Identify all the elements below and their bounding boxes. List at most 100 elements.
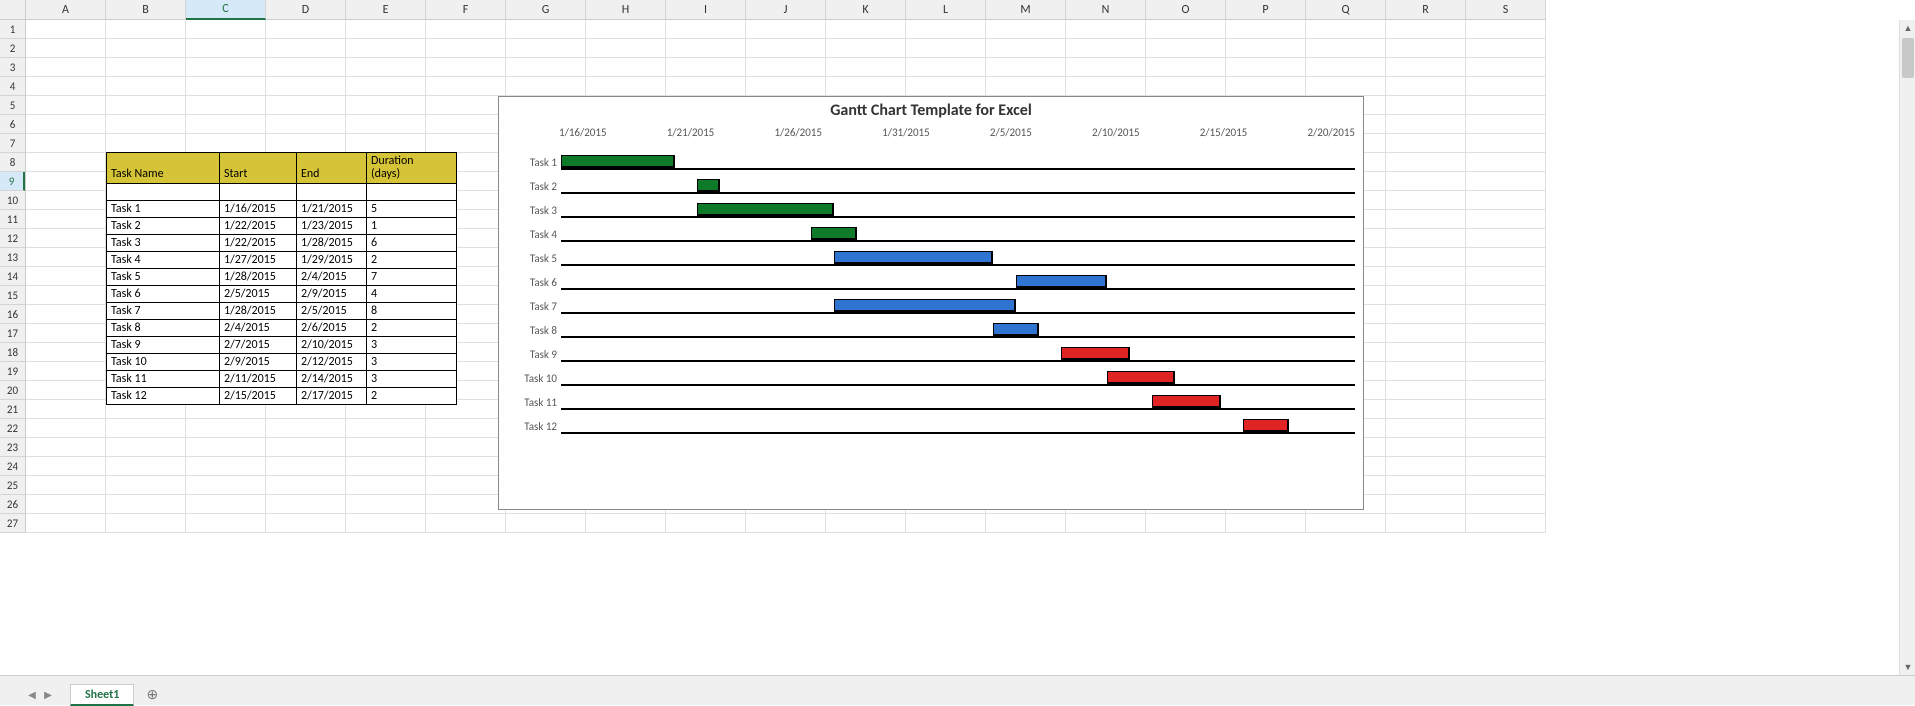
cell-task[interactable]: Task 10: [107, 354, 220, 371]
cell-start[interactable]: 2/4/2015: [220, 320, 297, 337]
cell-dur[interactable]: 5: [367, 201, 457, 218]
row-header-14[interactable]: 14: [0, 267, 25, 286]
row-header-9[interactable]: 9: [0, 172, 25, 191]
cell-task[interactable]: Task 11: [107, 371, 220, 388]
cell-dur[interactable]: 2: [367, 252, 457, 269]
row-header-24[interactable]: 24: [0, 457, 25, 476]
cell-task[interactable]: Task 1: [107, 201, 220, 218]
cell-dur[interactable]: 8: [367, 303, 457, 320]
cell-start[interactable]: 2/15/2015: [220, 388, 297, 405]
cell-task[interactable]: Task 7: [107, 303, 220, 320]
row-header-7[interactable]: 7: [0, 134, 25, 153]
row-header-3[interactable]: 3: [0, 58, 25, 77]
row-header-2[interactable]: 2: [0, 39, 25, 58]
cell-task[interactable]: Task 5: [107, 269, 220, 286]
row-header-25[interactable]: 25: [0, 476, 25, 495]
col-header-D[interactable]: D: [266, 0, 346, 20]
cell-end[interactable]: 1/21/2015: [297, 201, 367, 218]
sheet-tab-active[interactable]: Sheet1: [70, 684, 134, 706]
cell-start[interactable]: 2/9/2015: [220, 354, 297, 371]
row-header-16[interactable]: 16: [0, 305, 25, 324]
cell-start[interactable]: 1/16/2015: [220, 201, 297, 218]
cell-start[interactable]: 1/28/2015: [220, 269, 297, 286]
cell-task[interactable]: Task 2: [107, 218, 220, 235]
cell-task[interactable]: Task 4: [107, 252, 220, 269]
row-header-8[interactable]: 8: [0, 153, 25, 172]
scroll-down-arrow-icon[interactable]: ▼: [1900, 659, 1915, 675]
cell-end[interactable]: 2/5/2015: [297, 303, 367, 320]
row-header-13[interactable]: 13: [0, 248, 25, 267]
cell-end[interactable]: 2/10/2015: [297, 337, 367, 354]
cell-start[interactable]: 1/22/2015: [220, 235, 297, 252]
cell-start[interactable]: 2/5/2015: [220, 286, 297, 303]
cell-end[interactable]: 2/17/2015: [297, 388, 367, 405]
cell-task[interactable]: Task 12: [107, 388, 220, 405]
col-header-K[interactable]: K: [826, 0, 906, 20]
col-header-H[interactable]: H: [586, 0, 666, 20]
col-header-A[interactable]: A: [26, 0, 106, 20]
cell-end[interactable]: 1/28/2015: [297, 235, 367, 252]
row-header-18[interactable]: 18: [0, 343, 25, 362]
cell-end[interactable]: 2/9/2015: [297, 286, 367, 303]
row-header-21[interactable]: 21: [0, 400, 25, 419]
cell-task[interactable]: Task 3: [107, 235, 220, 252]
col-header-M[interactable]: M: [986, 0, 1066, 20]
tab-nav-prev-icon[interactable]: ◀: [24, 686, 40, 702]
row-header-20[interactable]: 20: [0, 381, 25, 400]
cell-end[interactable]: 1/23/2015: [297, 218, 367, 235]
cell-end[interactable]: 1/29/2015: [297, 252, 367, 269]
new-sheet-button[interactable]: ⊕: [140, 683, 164, 705]
col-header-G[interactable]: G: [506, 0, 586, 20]
row-header-5[interactable]: 5: [0, 96, 25, 115]
cell-dur[interactable]: 1: [367, 218, 457, 235]
cell-task[interactable]: Task 9: [107, 337, 220, 354]
cell-dur[interactable]: 3: [367, 337, 457, 354]
row-header-6[interactable]: 6: [0, 115, 25, 134]
vscroll-thumb[interactable]: [1902, 38, 1914, 78]
cell-end[interactable]: 2/12/2015: [297, 354, 367, 371]
cell-task[interactable]: Task 8: [107, 320, 220, 337]
cell-start[interactable]: 1/22/2015: [220, 218, 297, 235]
col-header-R[interactable]: R: [1386, 0, 1466, 20]
cell-dur[interactable]: 2: [367, 320, 457, 337]
cell-dur[interactable]: 6: [367, 235, 457, 252]
row-header-1[interactable]: 1: [0, 20, 25, 39]
cell-dur[interactable]: 4: [367, 286, 457, 303]
cell-end[interactable]: 2/14/2015: [297, 371, 367, 388]
cell-dur[interactable]: 3: [367, 354, 457, 371]
row-header-26[interactable]: 26: [0, 495, 25, 514]
cell-task[interactable]: Task 6: [107, 286, 220, 303]
col-header-O[interactable]: O: [1146, 0, 1226, 20]
col-header-S[interactable]: S: [1466, 0, 1546, 20]
col-header-P[interactable]: P: [1226, 0, 1306, 20]
col-header-C[interactable]: C: [186, 0, 266, 20]
cell-start[interactable]: 1/28/2015: [220, 303, 297, 320]
col-header-E[interactable]: E: [346, 0, 426, 20]
row-header-4[interactable]: 4: [0, 77, 25, 96]
cell-end[interactable]: 2/4/2015: [297, 269, 367, 286]
col-header-N[interactable]: N: [1066, 0, 1146, 20]
cell-dur[interactable]: 2: [367, 388, 457, 405]
row-header-17[interactable]: 17: [0, 324, 25, 343]
row-header-22[interactable]: 22: [0, 419, 25, 438]
cell-dur[interactable]: 3: [367, 371, 457, 388]
col-header-B[interactable]: B: [106, 0, 186, 20]
cell-start[interactable]: 2/11/2015: [220, 371, 297, 388]
col-header-F[interactable]: F: [426, 0, 506, 20]
row-header-15[interactable]: 15: [0, 286, 25, 305]
col-header-I[interactable]: I: [666, 0, 746, 20]
cell-dur[interactable]: 7: [367, 269, 457, 286]
row-header-12[interactable]: 12: [0, 229, 25, 248]
vertical-scrollbar[interactable]: ▲ ▼: [1899, 20, 1915, 675]
cell-start[interactable]: 1/27/2015: [220, 252, 297, 269]
scroll-up-arrow-icon[interactable]: ▲: [1900, 20, 1915, 36]
col-header-Q[interactable]: Q: [1306, 0, 1386, 20]
col-header-L[interactable]: L: [906, 0, 986, 20]
col-header-J[interactable]: J: [746, 0, 826, 20]
select-all-corner[interactable]: [0, 0, 26, 20]
row-header-10[interactable]: 10: [0, 191, 25, 210]
row-header-23[interactable]: 23: [0, 438, 25, 457]
cell-end[interactable]: 2/6/2015: [297, 320, 367, 337]
tab-nav-next-icon[interactable]: ▶: [40, 686, 56, 702]
row-header-27[interactable]: 27: [0, 514, 25, 533]
